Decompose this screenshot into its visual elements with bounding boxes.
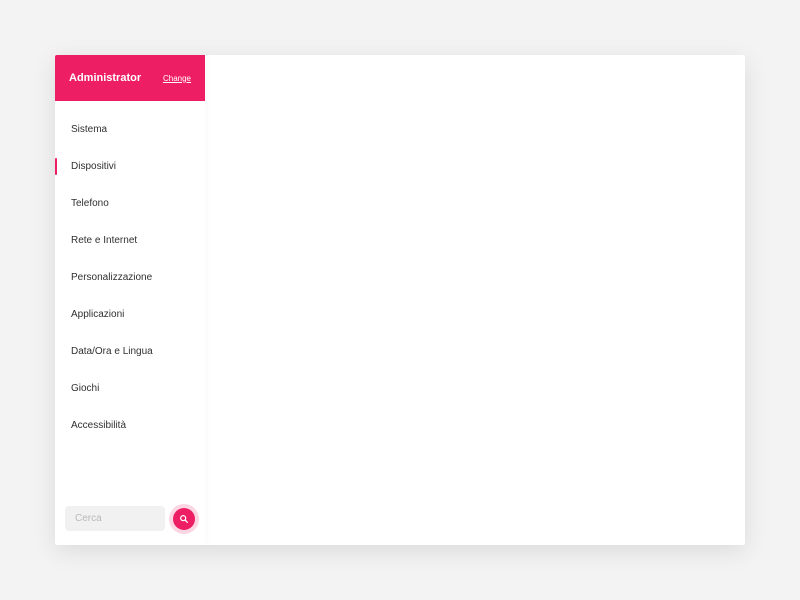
sidebar-nav: Sistema Dispositivi Telefono Rete e Inte… xyxy=(55,101,205,496)
sidebar-item-accessibilita[interactable]: Accessibilità xyxy=(55,407,205,444)
sidebar-item-giochi[interactable]: Giochi xyxy=(55,370,205,407)
sidebar-item-personalizzazione[interactable]: Personalizzazione xyxy=(55,259,205,296)
sidebar-header: Administrator Change xyxy=(55,55,205,101)
sidebar-item-label: Personalizzazione xyxy=(71,272,152,283)
change-link[interactable]: Change xyxy=(163,74,191,83)
sidebar-item-data-ora-lingua[interactable]: Data/Ora e Lingua xyxy=(55,333,205,370)
app-window: Administrator Change Sistema Dispositivi… xyxy=(55,55,745,545)
main-content xyxy=(205,55,745,545)
search-icon xyxy=(179,514,189,524)
sidebar-title: Administrator xyxy=(69,72,141,84)
sidebar-item-label: Sistema xyxy=(71,124,107,135)
sidebar-item-applicazioni[interactable]: Applicazioni xyxy=(55,296,205,333)
sidebar-item-label: Telefono xyxy=(71,198,109,209)
sidebar-item-rete-internet[interactable]: Rete e Internet xyxy=(55,222,205,259)
search-input[interactable] xyxy=(65,506,165,531)
search-button[interactable] xyxy=(173,508,195,530)
sidebar-item-dispositivi[interactable]: Dispositivi xyxy=(55,148,205,185)
sidebar-item-label: Rete e Internet xyxy=(71,235,137,246)
sidebar-item-sistema[interactable]: Sistema xyxy=(55,111,205,148)
sidebar-item-label: Applicazioni xyxy=(71,309,124,320)
sidebar-footer xyxy=(55,496,205,545)
sidebar: Administrator Change Sistema Dispositivi… xyxy=(55,55,205,545)
sidebar-item-label: Giochi xyxy=(71,383,99,394)
sidebar-item-label: Accessibilità xyxy=(71,420,126,431)
sidebar-item-label: Data/Ora e Lingua xyxy=(71,346,153,357)
sidebar-item-telefono[interactable]: Telefono xyxy=(55,185,205,222)
sidebar-item-label: Dispositivi xyxy=(71,161,116,172)
